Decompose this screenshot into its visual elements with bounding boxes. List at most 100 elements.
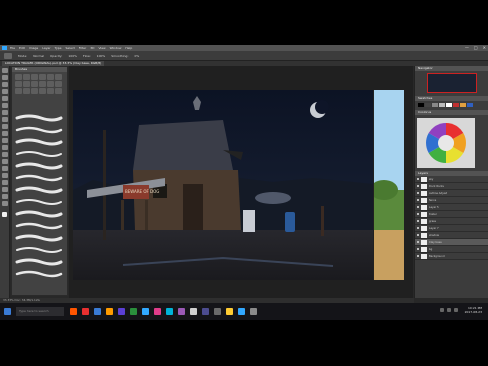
pen-tool-icon[interactable]: [1, 166, 8, 171]
visibility-eye-icon[interactable]: [417, 206, 419, 208]
color-wheel[interactable]: [417, 118, 475, 168]
brush-preset-icon[interactable]: [4, 52, 12, 59]
brush-tip[interactable]: [23, 74, 30, 80]
layer-row[interactable]: Dock Rocks: [415, 183, 488, 190]
flow-input[interactable]: 100%: [97, 54, 106, 58]
taskbar-app-icon[interactable]: [190, 308, 197, 315]
swatch[interactable]: [446, 103, 452, 107]
layer-row-selected[interactable]: Clay base: [415, 239, 488, 246]
smoothing-input[interactable]: 0%: [134, 54, 139, 58]
foreground-color-swatch[interactable]: [2, 212, 7, 217]
swatch[interactable]: [425, 103, 431, 107]
gradient-tool-icon[interactable]: [1, 145, 8, 150]
swatch[interactable]: [453, 103, 459, 107]
path-select-tool-icon[interactable]: [1, 180, 8, 185]
layer-row[interactable]: shadow: [415, 232, 488, 239]
visibility-eye-icon[interactable]: [417, 178, 419, 180]
swatch[interactable]: [460, 103, 466, 107]
brush-tip[interactable]: [55, 81, 62, 87]
swatch[interactable]: [418, 103, 424, 107]
layer-row[interactable]: fence: [415, 197, 488, 204]
lasso-tool-icon[interactable]: [1, 82, 8, 87]
taskbar-app-icon[interactable]: [118, 308, 125, 315]
taskbar-app-icon[interactable]: [238, 308, 245, 315]
visibility-eye-icon[interactable]: [417, 213, 419, 215]
brush-tip[interactable]: [31, 74, 38, 80]
layer-row[interactable]: outline Adjust: [415, 190, 488, 197]
brush-tip[interactable]: [15, 81, 22, 87]
taskbar-photoshop-icon[interactable]: [142, 308, 149, 315]
brush-tip[interactable]: [23, 88, 30, 94]
taskbar-app-icon[interactable]: [94, 308, 101, 315]
brush-tip[interactable]: [15, 74, 22, 80]
visibility-eye-icon[interactable]: [417, 241, 419, 243]
brush-tip[interactable]: [39, 81, 46, 87]
quick-select-tool-icon[interactable]: [1, 89, 8, 94]
swatch[interactable]: [432, 103, 438, 107]
taskbar-app-icon[interactable]: [130, 308, 137, 315]
shape-tool-icon[interactable]: [1, 187, 8, 192]
visibility-eye-icon[interactable]: [417, 199, 419, 201]
color-wheel-panel[interactable]: [417, 118, 475, 168]
taskbar-app-icon[interactable]: [202, 308, 209, 315]
notification-icon[interactable]: [454, 308, 458, 312]
taskbar-app-icon[interactable]: [178, 308, 185, 315]
layer-row[interactable]: grass: [415, 218, 488, 225]
blur-tool-icon[interactable]: [1, 152, 8, 157]
layer-row[interactable]: Layer 7: [415, 225, 488, 232]
navigator-thumbnail[interactable]: [427, 73, 477, 93]
brush-tip[interactable]: [47, 88, 54, 94]
taskbar-app-icon[interactable]: [70, 308, 77, 315]
layer-row[interactable]: sky: [415, 176, 488, 183]
visibility-eye-icon[interactable]: [417, 255, 419, 257]
taskbar-app-icon[interactable]: [82, 308, 89, 315]
system-clock[interactable]: 10:21 PM 2017-08-23: [465, 306, 482, 314]
brush-tool-icon[interactable]: [1, 117, 8, 122]
swatch[interactable]: [467, 103, 473, 107]
marquee-tool-icon[interactable]: [1, 75, 8, 80]
swatch[interactable]: [439, 103, 445, 107]
visibility-eye-icon[interactable]: [417, 227, 419, 229]
hand-tool-icon[interactable]: [1, 194, 8, 199]
windows-start-icon[interactable]: [4, 308, 11, 315]
dodge-tool-icon[interactable]: [1, 159, 8, 164]
visibility-eye-icon[interactable]: [417, 192, 419, 194]
layer-row[interactable]: Layer 5: [415, 204, 488, 211]
move-tool-icon[interactable]: [1, 68, 8, 73]
brush-stroke-list[interactable]: [13, 110, 65, 290]
brush-tip[interactable]: [55, 88, 62, 94]
brush-tip[interactable]: [47, 74, 54, 80]
layer-row[interactable]: bg: [415, 246, 488, 253]
layer-row[interactable]: trailer: [415, 211, 488, 218]
canvas-area[interactable]: BEWARE OF DOG: [69, 66, 413, 298]
taskbar-app-icon[interactable]: [106, 308, 113, 315]
brush-tip[interactable]: [47, 81, 54, 87]
brush-tip[interactable]: [31, 88, 38, 94]
visibility-eye-icon[interactable]: [417, 185, 419, 187]
eraser-tool-icon[interactable]: [1, 138, 8, 143]
mode-select[interactable]: Normal: [33, 54, 44, 58]
taskbar-app-icon[interactable]: [250, 308, 257, 315]
zoom-tool-icon[interactable]: [1, 201, 8, 206]
brush-tip[interactable]: [39, 88, 46, 94]
visibility-eye-icon[interactable]: [417, 220, 419, 222]
history-brush-icon[interactable]: [1, 131, 8, 136]
network-icon[interactable]: [440, 308, 444, 312]
visibility-eye-icon[interactable]: [417, 248, 419, 250]
eyedropper-tool-icon[interactable]: [1, 103, 8, 108]
healing-tool-icon[interactable]: [1, 110, 8, 115]
document-canvas[interactable]: BEWARE OF DOG: [73, 90, 373, 280]
taskbar-app-icon[interactable]: [226, 308, 233, 315]
type-tool-icon[interactable]: [1, 173, 8, 178]
brush-tip[interactable]: [15, 88, 22, 94]
taskbar-search-input[interactable]: Type here to search: [16, 307, 64, 316]
opacity-input[interactable]: 100%: [68, 54, 77, 58]
brush-tip[interactable]: [55, 74, 62, 80]
brush-tip[interactable]: [39, 74, 46, 80]
visibility-eye-icon[interactable]: [417, 234, 419, 236]
taskbar-app-icon[interactable]: [166, 308, 173, 315]
volume-icon[interactable]: [447, 308, 451, 312]
taskbar-app-icon[interactable]: [214, 308, 221, 315]
brush-tip[interactable]: [23, 81, 30, 87]
layer-row[interactable]: Background: [415, 253, 488, 260]
